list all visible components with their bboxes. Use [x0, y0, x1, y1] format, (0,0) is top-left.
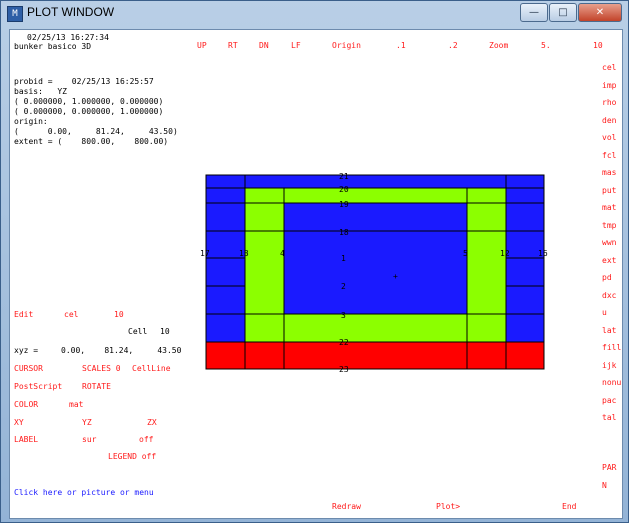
surface-label-21: 21	[339, 172, 349, 181]
maximize-icon: □	[558, 7, 568, 18]
surface-label-2: 2	[341, 282, 346, 291]
plot-window: M PLOT WINDOW — □ ✕ 02/25/13 16:27:34 bu…	[0, 0, 629, 523]
geometry-plot[interactable]: 21 20 19 18 1 2 3 4 5 12 13 16 17 22 23 …	[10, 30, 622, 518]
surface-label-1: 1	[341, 254, 346, 263]
surface-label-13: 13	[239, 249, 249, 258]
minimize-icon: —	[529, 7, 539, 18]
surface-label-17: 17	[200, 249, 210, 258]
plot-cells	[206, 175, 544, 369]
window-title: PLOT WINDOW	[27, 5, 115, 19]
close-button[interactable]: ✕	[578, 3, 622, 22]
app-icon: M	[7, 6, 23, 22]
surface-label-18: 18	[339, 228, 349, 237]
surface-label-19: 19	[339, 200, 349, 209]
surface-label-22: 22	[339, 338, 349, 347]
surface-label-4: 4	[280, 249, 285, 258]
surface-label-20: 20	[339, 185, 349, 194]
close-icon: ✕	[595, 7, 605, 18]
surface-label-16: 16	[538, 249, 548, 258]
surface-label-3: 3	[341, 311, 346, 320]
minimize-button[interactable]: —	[520, 3, 548, 22]
surface-label-5: 5	[463, 249, 468, 258]
surface-label-23: 23	[339, 365, 349, 374]
surface-label-12: 12	[500, 249, 510, 258]
window-controls: — □ ✕	[519, 3, 622, 22]
maximize-button[interactable]: □	[549, 3, 577, 22]
plot-client-area[interactable]: 02/25/13 16:27:34 bunker basico 3D UP RT…	[9, 29, 623, 519]
inner-blue-region	[284, 203, 467, 314]
plot-center-crosshair: +	[393, 272, 398, 281]
red-region	[206, 342, 544, 369]
title-bar: M PLOT WINDOW — □ ✕	[1, 1, 628, 25]
